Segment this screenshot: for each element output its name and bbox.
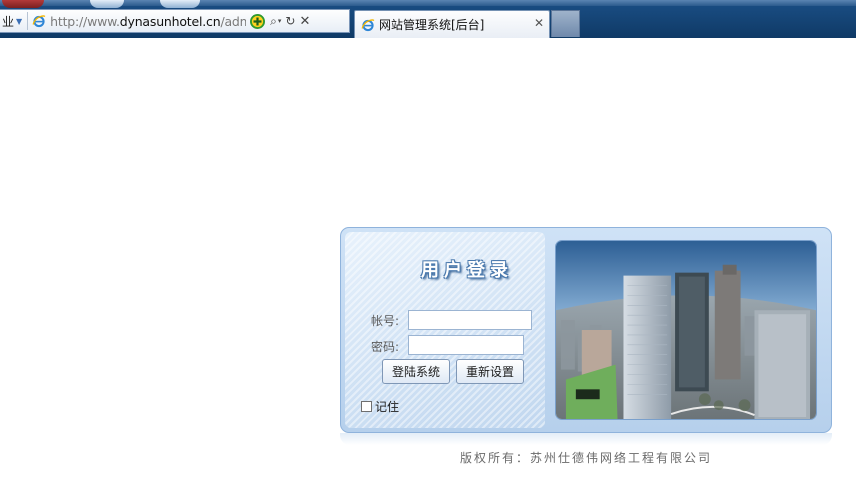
browser-chrome: 业 ▼ http://www.dynasunhotel.cn/admin ⌕ ▾…: [0, 0, 856, 38]
refresh-icon[interactable]: ↻: [285, 15, 295, 27]
login-button[interactable]: 登陆系统: [382, 359, 450, 384]
new-tab-button[interactable]: [551, 10, 580, 37]
close-tab-icon[interactable]: ✕: [534, 16, 544, 30]
search-dropdown-icon[interactable]: ▾: [278, 17, 282, 25]
username-input[interactable]: [408, 310, 532, 330]
url-domain: dynasunhotel.cn: [119, 13, 221, 29]
stop-icon[interactable]: ✕: [299, 15, 310, 28]
tab-admin[interactable]: 网站管理系统[后台] ✕: [354, 10, 550, 38]
taskbar-tile: [90, 0, 124, 8]
city-skyline-image: [555, 240, 817, 420]
panel-reflection: [340, 433, 832, 445]
search-icon[interactable]: ⌕: [270, 15, 277, 27]
toolbar-divider: [27, 12, 29, 30]
remember-checkbox[interactable]: [361, 401, 372, 412]
tab-title: 网站管理系统[后台]: [379, 18, 485, 32]
copyright-text: 版权所有：苏州仕德伟网络工程有限公司: [459, 451, 712, 465]
chevron-down-icon: ▼: [16, 16, 23, 26]
url-scheme: http://www.: [50, 13, 120, 29]
favorites-label: 业: [2, 14, 15, 29]
login-form: 用户登录 帐号: 密码: 登陆系统 重新设置 记住: [345, 232, 545, 428]
password-label: 密码:: [371, 340, 400, 354]
taskbar-tile: [2, 0, 44, 8]
password-input[interactable]: [408, 335, 524, 355]
address-bar[interactable]: 业 ▼ http://www.dynasunhotel.cn/admin ⌕ ▾…: [0, 9, 350, 33]
username-label: 帐号:: [371, 314, 400, 328]
ie-tab-icon: [361, 18, 375, 31]
reset-button[interactable]: 重新设置: [456, 359, 524, 384]
compatibility-view-icon[interactable]: [249, 13, 266, 30]
url-path: /admin: [220, 13, 247, 29]
url-text[interactable]: http://www.dynasunhotel.cn/admin: [50, 14, 246, 29]
taskbar-tile: [160, 0, 200, 8]
login-title: 用户登录: [421, 260, 513, 281]
ie-page-icon: [32, 15, 46, 28]
remember-row: 记住: [361, 398, 399, 415]
favorites-dropdown[interactable]: 业 ▼: [0, 13, 22, 30]
taskbar-strip: [0, 0, 856, 6]
remember-label: 记住: [375, 400, 400, 414]
login-panel: 用户登录 帐号: 密码: 登陆系统 重新设置 记住: [340, 227, 832, 433]
